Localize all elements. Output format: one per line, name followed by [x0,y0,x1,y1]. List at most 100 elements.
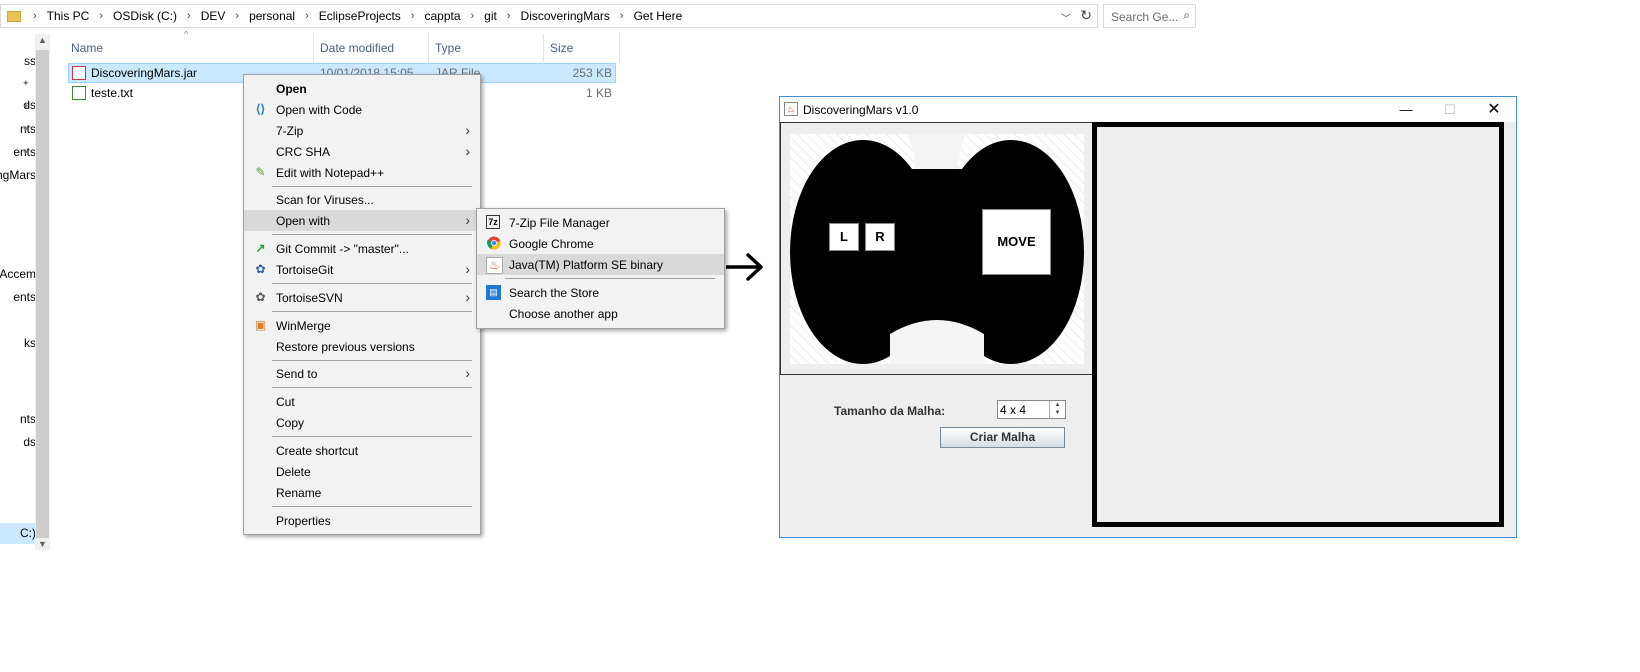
nav-item[interactable]: C:) [20,526,36,540]
menu-item-crc-sha[interactable]: CRC SHA › [244,141,480,162]
menu-item-git-commit[interactable]: ↗ Git Commit -> "master"... [244,238,480,259]
nav-item[interactable]: nts [20,412,36,426]
column-divider[interactable] [543,34,544,62]
column-divider[interactable] [313,34,314,62]
menu-item-properties[interactable]: Properties [244,510,480,531]
menu-item-copy[interactable]: Copy [244,412,480,433]
menu-item-label: Delete [276,465,311,479]
maximize-button[interactable]: ☐ [1428,97,1472,122]
menu-item-google-chrome[interactable]: Google Chrome [477,233,724,254]
menu-separator [272,360,472,361]
menu-item-cut[interactable]: Cut [244,391,480,412]
file-size: 1 KB [585,86,612,100]
store-icon: ▤ [486,285,501,300]
breadcrumb-discoveringmars[interactable]: DiscoveringMars [515,9,616,23]
nav-item[interactable]: Accem [0,267,36,281]
menu-item-7zip[interactable]: 7-Zip › [244,120,480,141]
menu-item-scan-viruses[interactable]: Scan for Viruses... [244,189,480,210]
breadcrumb-eclipseprojects[interactable]: EclipseProjects [313,9,407,23]
breadcrumb-personal[interactable]: personal [243,9,301,23]
menu-item-tortoisegit[interactable]: ✿ TortoiseGit › [244,259,480,280]
chevron-right-icon: › [506,10,511,22]
menu-item-edit-notepadpp[interactable]: ✎ Edit with Notepad++ [244,162,480,183]
gamepad-image: L R MOVE [790,134,1084,364]
minimize-button[interactable]: — [1384,97,1428,122]
notepadpp-icon: ✎ [255,165,266,179]
menu-item-tortoisesvn[interactable]: ✿ TortoiseSVN › [244,287,480,308]
tortoisegit-icon: ✿ [255,262,266,276]
menu-item-open-with[interactable]: Open with › [244,210,480,231]
7zip-icon: 7z [486,215,500,229]
chevron-right-icon: › [33,10,37,22]
mesh-size-label: Tamanho da Malha: [834,404,946,418]
breadcrumb-get-here[interactable]: Get Here [628,9,689,23]
window-title-bar[interactable]: ♨ DiscoveringMars v1.0 — ☐ ✕ [780,97,1516,122]
text-file-icon [72,86,86,100]
create-mesh-button[interactable]: Criar Malha [940,427,1065,448]
menu-item-send-to[interactable]: Send to › [244,363,480,384]
menu-item-delete[interactable]: Delete [244,461,480,482]
menu-item-winmerge[interactable]: ▣ WinMerge [244,315,480,336]
menu-item-label: Open with Code [276,103,363,117]
submenu-arrow-icon: › [465,365,470,381]
nav-scrollbar[interactable]: ▲ ▼ [35,34,50,550]
column-header-date[interactable]: Date modified [320,38,394,58]
vscode-icon: ⟨⟩ [255,102,266,116]
refresh-icon[interactable]: ↻ [1080,7,1092,24]
scrollbar-thumb[interactable] [36,50,49,538]
column-divider[interactable] [619,34,620,62]
breadcrumb-dev[interactable]: DEV [195,9,232,23]
search-input[interactable]: Search Ge... ⌕ [1103,4,1196,28]
jar-file-icon [72,66,86,80]
close-button[interactable]: ✕ [1472,97,1516,122]
menu-item-label: Cut [276,395,295,409]
column-header-name[interactable]: Name [71,38,103,58]
menu-item-label: 7-Zip File Manager [509,216,610,230]
chevron-down-icon[interactable]: ﹀ [1061,10,1071,25]
file-name[interactable]: teste.txt [91,86,133,100]
menu-item-open-with-code[interactable]: ⟨⟩ Open with Code [244,99,480,120]
r-button[interactable]: R [865,223,895,251]
menu-separator [272,506,472,507]
nav-item[interactable]: ingMars [0,168,36,182]
breadcrumb-git[interactable]: git [478,9,503,23]
scroll-down-icon[interactable]: ▼ [38,539,47,549]
submenu-arrow-icon: › [465,261,470,277]
context-menu: Open ⟨⟩ Open with Code 7-Zip › CRC SHA ›… [243,74,481,535]
breadcrumb-osdisk[interactable]: OSDisk (C:) [107,9,183,23]
menu-separator [272,387,472,388]
chevron-right-icon: › [410,10,415,22]
menu-item-label: Restore previous versions [276,340,415,354]
menu-separator [272,283,472,284]
address-bar[interactable]: › This PC › OSDisk (C:) › DEV › personal… [0,4,1098,28]
spinner-arrows-icon[interactable]: ▲ ▼ [1049,401,1065,418]
file-name[interactable]: DiscoveringMars.jar [91,66,197,80]
breadcrumb-cappta[interactable]: cappta [418,9,466,23]
menu-item-restore-versions[interactable]: Restore previous versions [244,336,480,357]
pin-icon: ✦ [22,101,30,111]
menu-item-label: Edit with Notepad++ [276,166,385,180]
menu-item-label: Scan for Viruses... [276,193,374,207]
menu-separator [272,311,472,312]
l-button[interactable]: L [829,223,859,251]
menu-item-search-store[interactable]: ▤ Search the Store [477,282,724,303]
mesh-size-spinner[interactable]: 4 x 4 ▲ ▼ [997,400,1066,419]
breadcrumb-this-pc[interactable]: This PC [41,9,96,23]
scroll-up-icon[interactable]: ▲ [38,35,47,45]
controller-panel: L R MOVE [780,122,1093,375]
submenu-arrow-icon: › [465,289,470,305]
column-header-type[interactable]: Type [435,38,461,58]
menu-item-label: TortoiseSVN [276,291,343,305]
menu-item-label: Google Chrome [509,237,594,251]
menu-item-7zip-file-manager[interactable]: 7z 7-Zip File Manager [477,212,724,233]
menu-item-choose-another-app[interactable]: Choose another app [477,303,724,324]
grid-panel[interactable] [1092,122,1504,527]
menu-item-open[interactable]: Open [244,78,480,99]
menu-item-create-shortcut[interactable]: Create shortcut [244,440,480,461]
menu-item-rename[interactable]: Rename [244,482,480,503]
move-button[interactable]: MOVE [982,209,1051,275]
nav-item[interactable]: ents [13,290,36,304]
column-header-size[interactable]: Size [550,38,573,58]
column-divider[interactable] [428,34,429,62]
menu-item-java-platform[interactable]: ♨ Java(TM) Platform SE binary [477,254,724,275]
